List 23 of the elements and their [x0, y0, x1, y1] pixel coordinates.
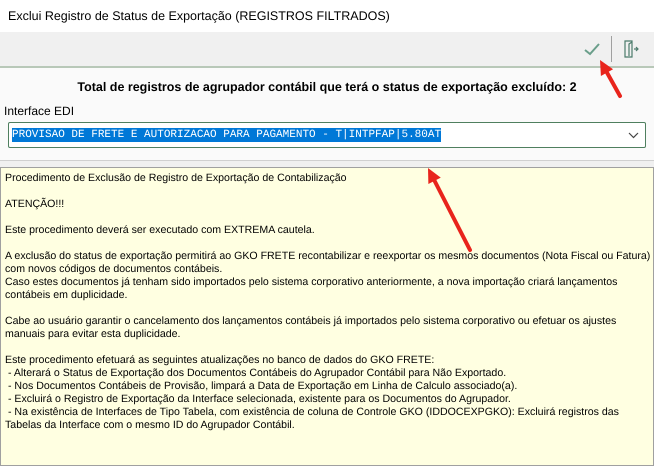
interface-dropdown[interactable]: PROVISAO DE FRETE E AUTORIZACAO PARA PAGAMENTO - T|INTPFAP|5.80AT — [8, 122, 646, 148]
memo-text: Cabe ao usuário garantir o cancelamento dos lançamentos contábeis já importados pelo sistema corporativo ou efetuar os ajustes — [5, 315, 618, 328]
exit-door-icon — [623, 40, 639, 58]
summary-text: Total de registros de agrupador contábil que terá o status de exportação excluído: 2 — [77, 80, 577, 94]
checkmark-icon — [584, 42, 600, 56]
memo-text: - Nos Documentos Contábeis de Provisão, limpará a Data de Exportação em Linha de Calculo associado(a). — [6, 380, 518, 393]
memo-text: contábeis em duplicidade. — [5, 289, 128, 302]
memo-text: Este procedimento efetuará as seguintes atualizações no banco de dados do GKO FRETE: — [5, 354, 436, 367]
chevron-down-icon — [628, 132, 639, 138]
window-title: Exclui Registro de Status de Exportação (REGISTROS FILTRADOS) — [8, 9, 390, 23]
memo-text: Procedimento de Exclusão de Registro de Exportação de Contabilização — [5, 172, 348, 185]
annotation-arrow — [600, 60, 622, 98]
memo-text: Este procedimento deverá ser executado com EXTREMA cautela. — [5, 224, 316, 237]
memo-text: Tabelas da Interface com o mesmo ID do Agrupador Contábil. — [5, 419, 296, 432]
group-label: Interface EDI — [4, 104, 76, 118]
memo-text: ATENÇÃO!!! — [5, 198, 66, 211]
memo-text: manuais para evitar esta duplicidade. — [5, 328, 182, 341]
memo-text: - Na existência de Interfaces de Tipo Tabela, com existência de coluna de Controle GKO (IDDOCEXPGKO): Excluirá registros das — [6, 406, 620, 419]
memo-text: Caso estes documentos já tenham sido importados pelo sistema corporativo anteriormente, a nova importação criará lançamentos — [5, 276, 618, 289]
memo-text: A exclusão do status de exportação permitirá ao GKO FRETE recontabilizar e reexportar os mesmos documentos (Nota Fiscal ou Fatura) — [5, 250, 649, 263]
memo-text: com novos códigos de documentos contábeis. — [5, 263, 224, 276]
memo-text: - Alterará o Status de Exportação dos Documentos Contábeis do Agrupador Contábil para Não Exportado. — [6, 367, 508, 380]
memo-text: - Excluirá o Registro de Exportação da Interface selecionada, existente para os Documentos do Agrupador. — [6, 393, 512, 406]
